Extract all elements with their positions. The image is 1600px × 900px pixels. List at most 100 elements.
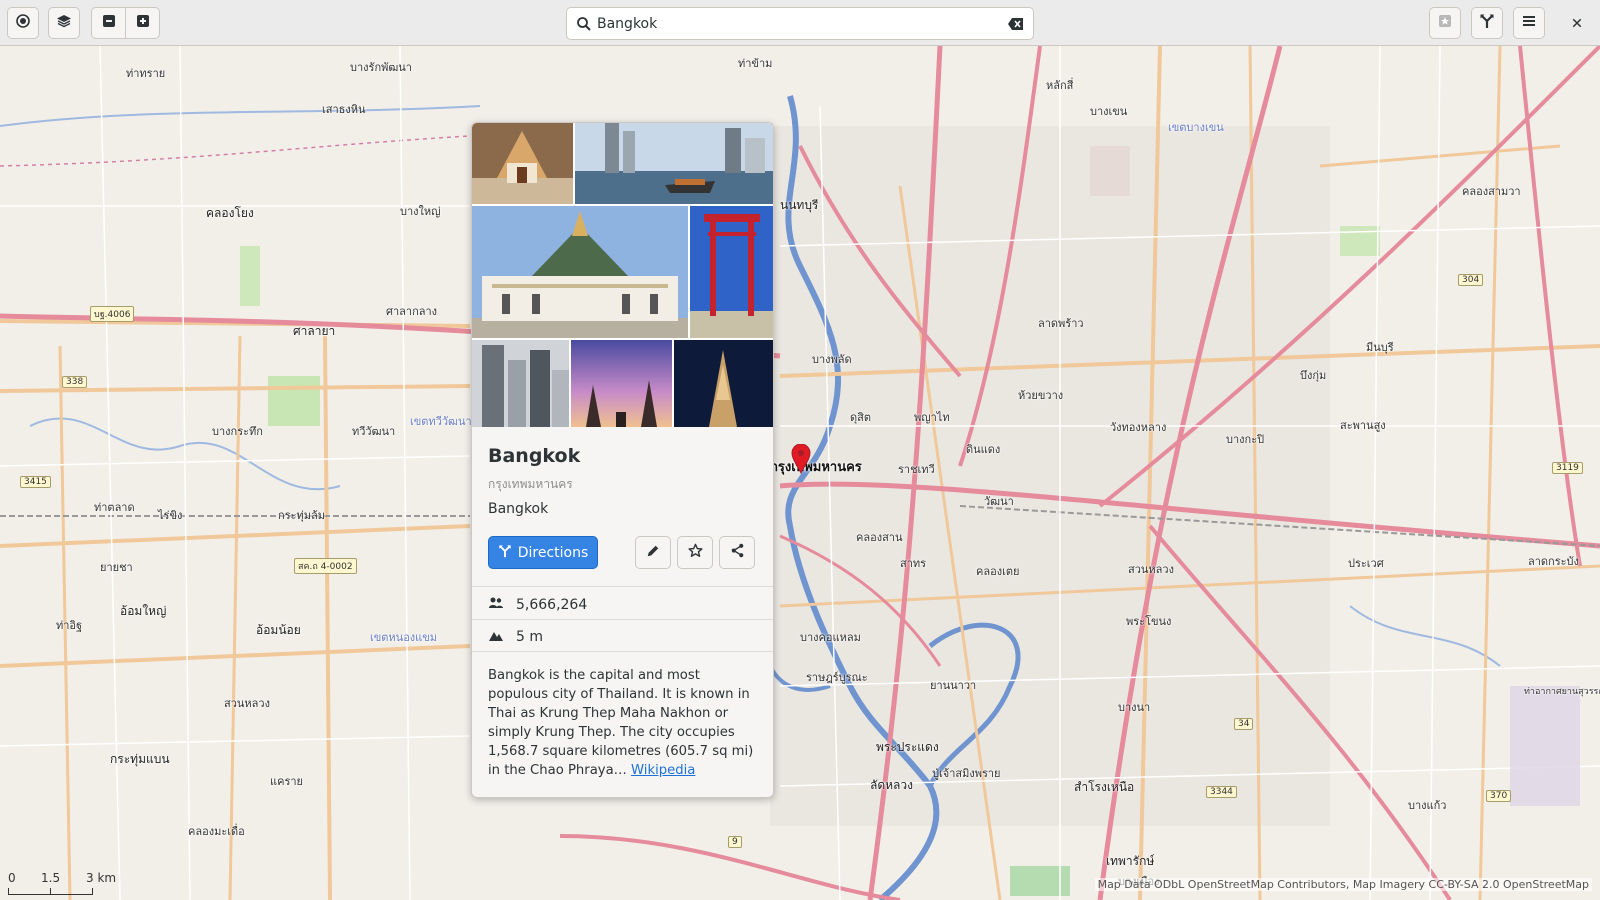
map-label: ศาลายา: [293, 324, 336, 338]
share-button[interactable]: [719, 536, 755, 569]
map-scale: 0 1.5 3 km: [8, 871, 116, 885]
map-label: บางพลัด: [812, 353, 852, 366]
directions-button[interactable]: Directions: [488, 536, 598, 569]
city-label: กรุงเทพมหานคร: [770, 460, 862, 475]
clear-search-icon[interactable]: [1007, 16, 1025, 32]
map-label: บางนา: [1118, 701, 1151, 714]
edit-button[interactable]: [635, 536, 671, 569]
wikipedia-link[interactable]: Wikipedia: [631, 763, 695, 778]
place-native-name: กรุงเทพมหานคร: [488, 477, 573, 491]
directions-icon: [498, 544, 512, 562]
locate-button[interactable]: [7, 7, 39, 39]
directions-icon: [1479, 13, 1495, 33]
map-label: สะพานสูง: [1340, 419, 1386, 432]
divider: [472, 651, 773, 652]
map-label: พญาไท: [914, 411, 950, 424]
zoom-in-icon: [135, 13, 151, 33]
map-label: นนทบุรี: [780, 198, 819, 212]
road-shield: 3415: [20, 476, 51, 488]
map-label: บางกระทึก: [212, 425, 263, 438]
scale-zero: 0: [8, 871, 16, 885]
description-text: Bangkok is the capital and most populous…: [488, 668, 754, 778]
map-label: ท่าอิฐ: [56, 619, 83, 632]
map-label: เขตหนองแขม: [370, 631, 438, 644]
directions-label: Directions: [517, 544, 589, 561]
place-photo[interactable]: [575, 123, 773, 204]
map-label: มีนบุรี: [1366, 341, 1394, 354]
road-shield: 338: [62, 376, 88, 388]
map-label: ดุสิต: [850, 411, 872, 424]
road-shield: 34: [1234, 718, 1254, 730]
map-label: เทพารักษ์: [1106, 854, 1155, 868]
edit-icon: [646, 543, 660, 562]
place-address: Bangkok: [488, 501, 549, 517]
map-label: คลองมะเดื่อ: [188, 825, 245, 838]
share-icon: [730, 543, 745, 562]
header-bar: [0, 0, 1600, 46]
main-menu-button[interactable]: [1513, 7, 1545, 39]
map-label: คลองสาน: [856, 531, 903, 544]
favorites-icon: [1437, 13, 1453, 33]
locate-icon: [15, 13, 31, 33]
map-label: ท่าข้าม: [738, 57, 773, 70]
map-label: ยายชา: [100, 561, 133, 574]
place-photo[interactable]: [674, 340, 773, 427]
population-icon: [488, 595, 504, 615]
map-label: กระทุ่มแบน: [110, 752, 170, 766]
map-label: วังทองหลาง: [1110, 421, 1167, 434]
zoom-out-icon: [101, 13, 117, 33]
road-shield: 9: [728, 836, 742, 848]
map-label: ราษฎร์บูรณะ: [806, 671, 868, 684]
map-label: สวนหลวง: [1128, 563, 1174, 576]
map-label: ลาดกระบัง: [1528, 555, 1579, 568]
search-input[interactable]: [597, 12, 997, 36]
place-photo[interactable]: [472, 340, 569, 427]
road-shield: 3119: [1552, 462, 1583, 474]
mountain-icon: [488, 627, 504, 647]
map-label: อ้อมน้อย: [256, 623, 301, 637]
map-label: บางกะปิ: [1226, 433, 1265, 446]
map-view[interactable]: บางรักพัฒนา เสาธงหิน คลองโยง บางใหญ่ ศาล…: [0, 46, 1600, 900]
map-label: อ้อมใหญ่: [120, 604, 167, 618]
directions-button[interactable]: [1471, 7, 1503, 39]
map-label: วัฒนา: [984, 495, 1014, 508]
map-label: ลาดพร้าว: [1038, 317, 1084, 330]
map-label: ทวีวัฒนา: [352, 425, 396, 438]
close-window-button[interactable]: [1561, 7, 1593, 39]
divider: [472, 619, 773, 620]
map-label: ห้วยขวาง: [1018, 389, 1064, 402]
map-attribution: Map Data ODbL OpenStreetMap Contributors…: [1094, 878, 1592, 891]
map-label: เสาธงหิน: [322, 103, 366, 116]
map-label: คลองโยง: [206, 206, 254, 220]
favorites-button[interactable]: [1429, 7, 1461, 39]
zoom-in-button[interactable]: [125, 7, 160, 39]
location-pin-icon[interactable]: [791, 444, 811, 474]
place-photos: [472, 123, 773, 427]
map-label: ปู่เจ้าสมิงพราย: [932, 767, 1001, 780]
place-popover: Bangkok กรุงเทพมหานคร Bangkok Directions…: [471, 122, 774, 798]
favorite-button[interactable]: [677, 536, 713, 569]
population-row: 5,666,264: [488, 595, 587, 615]
search-icon: [576, 16, 592, 32]
altitude-value: 5 m: [516, 629, 543, 645]
map-label: คลองสามวา: [1462, 185, 1521, 198]
road-shield: บฐ.4006: [90, 306, 135, 322]
place-photo[interactable]: [472, 206, 688, 338]
map-label: บางรักพัฒนา: [350, 61, 412, 74]
layers-button[interactable]: [48, 7, 80, 39]
place-photo[interactable]: [571, 340, 672, 427]
map-label: ดินแดง: [966, 443, 1001, 456]
altitude-row: 5 m: [488, 627, 543, 647]
zoom-out-button[interactable]: [91, 7, 126, 39]
map-label: ท่าทราย: [126, 67, 166, 80]
scale-tick: [50, 888, 51, 894]
road-shield: 370: [1486, 790, 1512, 802]
scale-mid: 1.5: [41, 871, 61, 885]
map-label: ยานนาวา: [930, 679, 977, 692]
place-photo[interactable]: [690, 206, 773, 338]
place-photo[interactable]: [472, 123, 573, 204]
search-bar[interactable]: [566, 7, 1034, 40]
star-icon: [687, 543, 703, 562]
scale-max: 3 km: [86, 871, 117, 885]
menu-icon: [1521, 13, 1537, 33]
